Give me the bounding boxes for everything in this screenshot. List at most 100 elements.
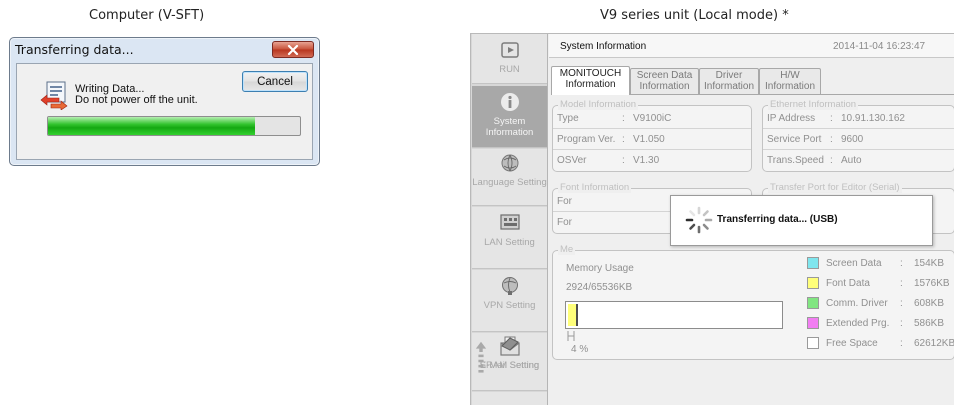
row-value: 10.91.130.162	[841, 113, 905, 124]
row-key: For	[557, 196, 572, 207]
transfer-document-icon	[40, 81, 68, 110]
transfer-progress-fill	[48, 117, 255, 135]
legend-swatch	[807, 337, 819, 349]
tab-driver-information[interactable]: Driver Information	[699, 68, 759, 94]
info-row: Program Ver. : V1.050	[553, 129, 751, 150]
row-colon: :	[622, 155, 625, 166]
sidebar-item-label: LAN Setting	[484, 237, 535, 248]
memory-usage-fill	[568, 304, 578, 326]
row-colon: :	[622, 113, 625, 124]
tab-monitouch-information[interactable]: MONITOUCH Information	[551, 66, 630, 95]
memory-scale-mark	[567, 331, 575, 341]
legend-item-comm-driver: Comm. Driver : 608KB	[807, 294, 954, 314]
tab-label-line1: H/W	[780, 70, 800, 81]
legend-name: Comm. Driver	[826, 298, 888, 309]
loading-spinner-icon	[685, 206, 713, 234]
lan-icon	[499, 214, 520, 230]
close-icon	[287, 44, 299, 55]
scroll-up-arrow-icon[interactable]	[475, 338, 487, 378]
sidebar-item-label: VPN Setting	[483, 300, 536, 311]
legend-name: Screen Data	[826, 258, 882, 269]
tab-label-line2: Information	[565, 78, 616, 90]
legend-name: Extended Prg.	[826, 318, 890, 329]
row-colon: :	[830, 113, 833, 124]
unit-header: System Information 2014-11-04 16:23:47	[549, 34, 954, 58]
row-key: Trans.Speed	[767, 155, 824, 166]
dialog-body: Writing Data... Do not power off the uni…	[16, 63, 313, 160]
legend-colon: :	[900, 258, 903, 269]
model-information-group: Model Information Type : V9100iC Program…	[552, 99, 752, 172]
legend-size: 608KB	[914, 298, 945, 309]
v9-unit-screen: RUN System Information Language Setting	[470, 33, 954, 405]
row-key: For	[557, 217, 572, 228]
tab-label-line2: Information	[639, 80, 690, 92]
legend-colon: :	[900, 298, 903, 309]
transferring-popup: Transferring data... (USB)	[670, 195, 933, 246]
transfer-dialog: Transferring data... Writing Data... Do …	[9, 37, 320, 166]
row-key: Type	[557, 113, 579, 124]
tab-label-line2: Information	[764, 80, 816, 92]
row-colon: :	[622, 134, 625, 145]
tab-screen-data-information[interactable]: Screen Data Information	[630, 68, 699, 94]
sidebar-item-language-setting[interactable]: Language Setting	[472, 149, 547, 206]
memory-usage-bar	[565, 301, 783, 329]
info-row: Type : V9100iC	[553, 108, 751, 129]
info-row: IP Address : 10.91.130.162	[763, 108, 954, 129]
row-colon: :	[830, 134, 833, 145]
group-title: Me	[558, 244, 576, 255]
sidebar-item-system-information[interactable]: System Information	[472, 86, 547, 148]
globe-icon	[501, 154, 518, 172]
legend-swatch	[807, 297, 819, 309]
legend-size: 586KB	[914, 318, 945, 329]
row-key: Program Ver.	[557, 134, 616, 145]
legend-item-screen-data: Screen Data : 154KB	[807, 254, 954, 274]
legend-item-extended-prg: Extended Prg. : 586KB	[807, 314, 954, 334]
group-title: Transfer Port for Editor (Serial)	[768, 182, 902, 193]
memory-percent-label: 4 %	[571, 344, 589, 355]
legend-swatch	[807, 277, 819, 289]
tab-label-line2: Information	[703, 80, 755, 92]
row-value: V9100iC	[633, 113, 672, 124]
row-value: V1.30	[633, 155, 660, 166]
dialog-close-button[interactable]	[272, 41, 314, 58]
row-value: 9600	[841, 134, 864, 145]
sidebar-item-sram-setting[interactable]: SRAM Setting	[472, 337, 547, 405]
popup-message: Transferring data... (USB)	[717, 214, 838, 225]
row-key: OSVer	[557, 155, 587, 166]
vpn-globe-icon	[501, 277, 518, 295]
legend-swatch	[807, 257, 819, 269]
tab-label-line1: Screen Data	[636, 70, 693, 81]
page-title: System Information	[560, 41, 647, 52]
memory-information-group: Me Memory Usage 2924/65536KB 4 % Screen …	[552, 244, 954, 360]
ethernet-information-group: Ethernet Information IP Address : 10.91.…	[762, 99, 954, 172]
legend-item-free-space: Free Space : 62612KB	[807, 334, 954, 354]
info-row: OSVer : V1.30	[553, 150, 751, 171]
tab-label-line1: Driver	[715, 70, 743, 81]
row-value: V1.050	[633, 134, 665, 145]
cancel-button[interactable]: Cancel	[242, 71, 308, 92]
legend-name: Free Space	[826, 338, 878, 349]
unit-main-panel: System Information 2014-11-04 16:23:47 M…	[549, 34, 954, 405]
dialog-message-line2: Do not power off the unit.	[75, 94, 198, 106]
dialog-message: Writing Data... Do not power off the uni…	[75, 84, 198, 106]
legend-size: 1576KB	[914, 278, 950, 289]
sram-chip-icon	[501, 337, 519, 351]
info-row: Trans.Speed : Auto	[763, 150, 954, 171]
info-icon	[500, 93, 519, 111]
tab-label-line1: MONITOUCH	[559, 68, 622, 79]
row-key: Service Port	[767, 134, 822, 145]
caption-computer: Computer (V-SFT)	[89, 8, 205, 23]
transfer-progress-bar	[47, 116, 301, 136]
row-colon: :	[830, 155, 833, 166]
sidebar-item-label: SRAM Setting	[479, 360, 540, 371]
row-value: Auto	[841, 155, 862, 166]
tab-hw-information[interactable]: H/W Information	[759, 68, 821, 94]
sidebar-item-run[interactable]: RUN	[472, 34, 547, 84]
sidebar-item-vpn-setting[interactable]: VPN Setting	[472, 270, 547, 332]
play-icon	[500, 42, 519, 58]
info-row: Service Port : 9600	[763, 129, 954, 150]
legend-size: 154KB	[914, 258, 945, 269]
legend-size: 62612KB	[914, 338, 954, 349]
legend-colon: :	[900, 278, 903, 289]
sidebar-item-lan-setting[interactable]: LAN Setting	[472, 207, 547, 269]
